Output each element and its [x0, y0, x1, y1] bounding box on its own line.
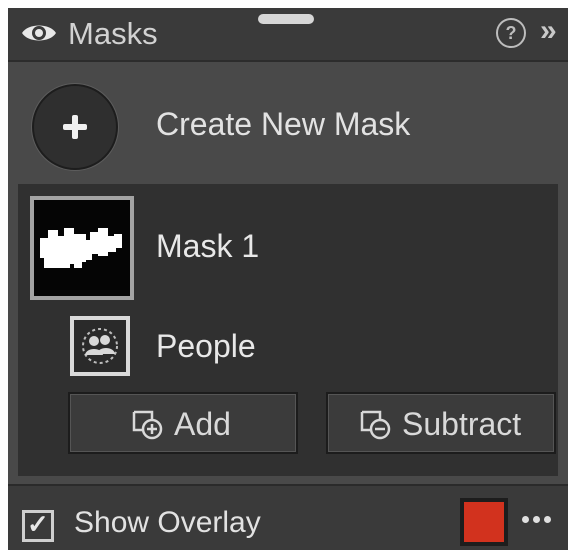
- add-button[interactable]: Add: [68, 392, 298, 454]
- masks-panel: Masks ? » Create New Mask Mask 1 People …: [8, 8, 568, 550]
- overlay-color-swatch: [464, 502, 504, 542]
- subtract-button[interactable]: Subtract: [326, 392, 556, 454]
- mask-component-people[interactable]: People: [156, 328, 256, 365]
- create-new-mask-label[interactable]: Create New Mask: [156, 106, 410, 143]
- drag-handle[interactable]: [258, 14, 314, 24]
- checkmark-icon: ✓: [27, 509, 49, 539]
- more-dot: [533, 516, 540, 523]
- plus-icon-vertical: [72, 115, 78, 139]
- collapse-icon[interactable]: »: [540, 14, 557, 48]
- create-new-mask-button[interactable]: [32, 84, 118, 170]
- show-overlay-checkbox[interactable]: ✓: [22, 509, 54, 542]
- people-icon[interactable]: [70, 316, 130, 376]
- add-mask-icon: [132, 410, 163, 440]
- eye-icon[interactable]: [20, 20, 58, 46]
- overlay-color-picker[interactable]: [460, 498, 508, 546]
- panel-title: Masks: [68, 16, 158, 51]
- mask-thumbnail[interactable]: [30, 196, 134, 300]
- subtract-mask-icon: [360, 410, 391, 440]
- panel-header: Masks ? »: [8, 8, 568, 62]
- mask-list: Mask 1 People Add Subtract: [18, 184, 558, 476]
- subtract-label: Subtract: [402, 406, 522, 442]
- add-label: Add: [174, 406, 231, 442]
- more-dot: [522, 516, 529, 523]
- more-icon[interactable]: [522, 510, 562, 523]
- people-icon-glyph: [82, 328, 118, 364]
- help-label: ?: [505, 23, 517, 43]
- help-icon[interactable]: ?: [496, 18, 526, 48]
- panel-footer: ✓ Show Overlay: [8, 484, 568, 550]
- show-overlay-label[interactable]: Show Overlay: [74, 506, 261, 540]
- more-dot: [544, 516, 551, 523]
- mask-thumbnail-image: [40, 228, 122, 268]
- mask-name[interactable]: Mask 1: [156, 228, 259, 265]
